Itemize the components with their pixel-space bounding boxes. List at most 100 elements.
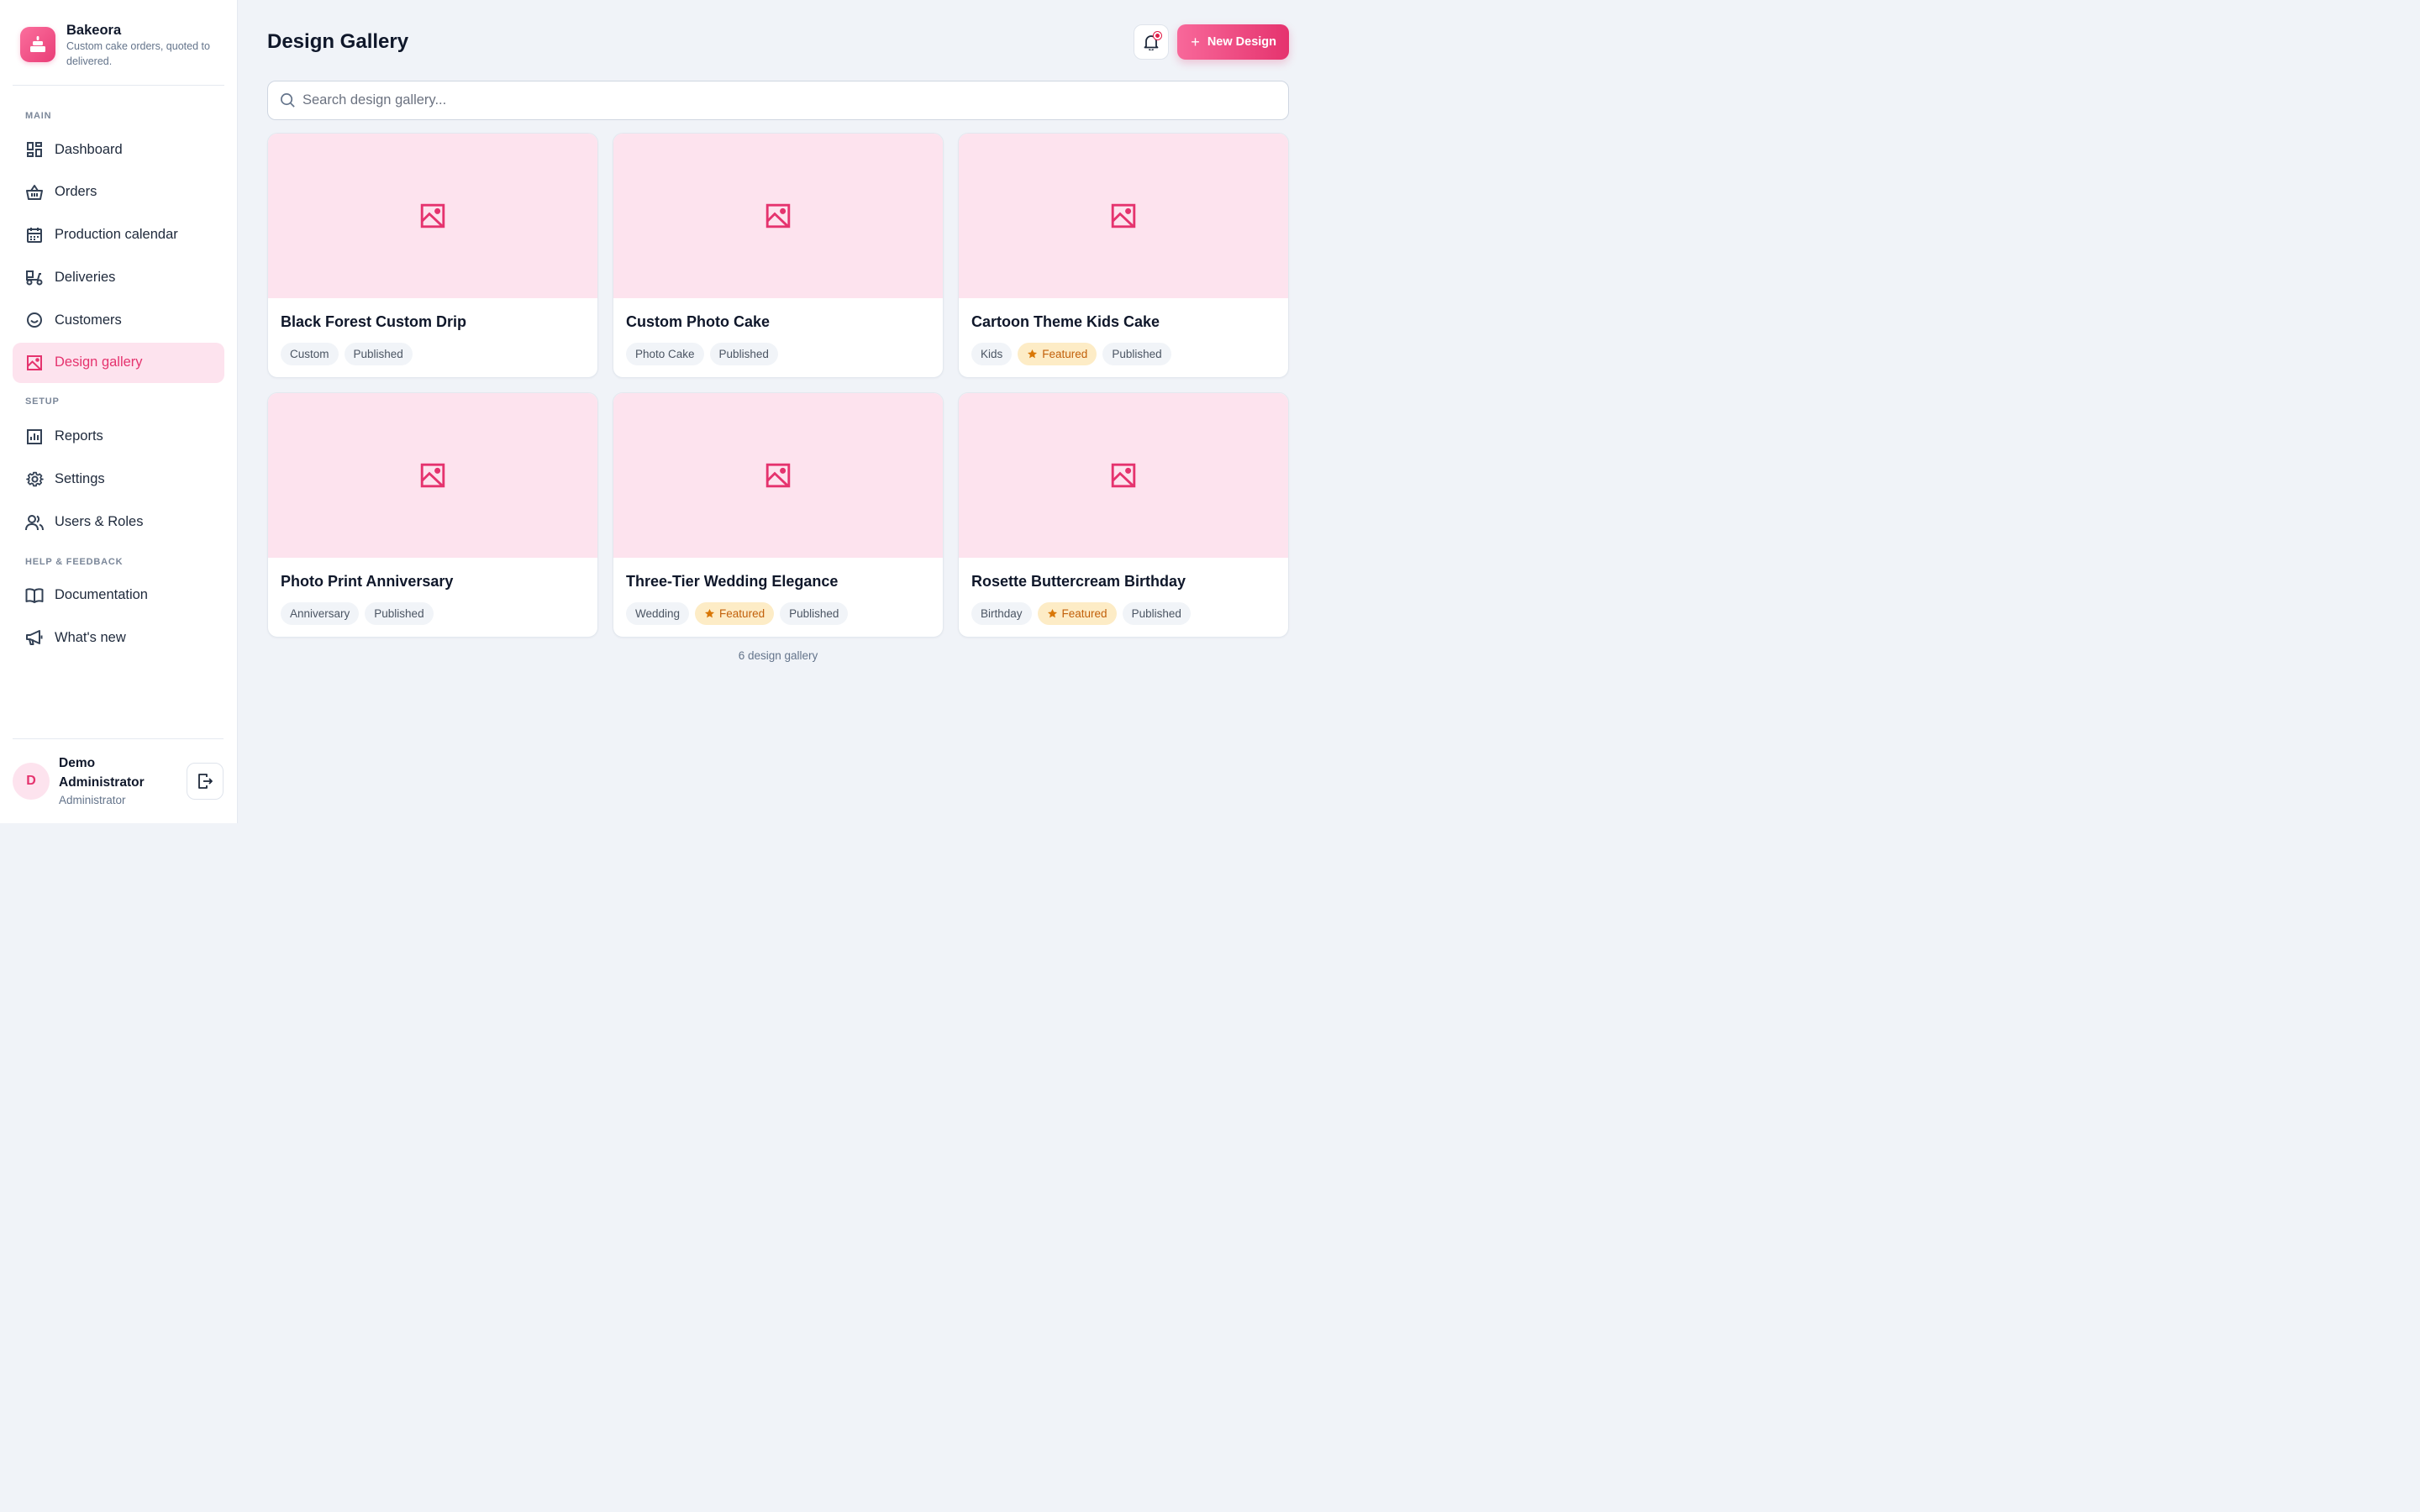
image-icon <box>765 462 792 489</box>
category-tag: Custom <box>281 343 339 365</box>
sidebar-item-users-roles[interactable]: Users & Roles <box>13 502 224 543</box>
sidebar-item-reports[interactable]: Reports <box>13 417 224 457</box>
design-card[interactable]: Custom Photo Cake Photo Cake Published <box>613 133 944 378</box>
star-icon <box>1027 349 1038 360</box>
notification-dot <box>1154 32 1162 39</box>
design-image-placeholder <box>613 393 943 558</box>
sidebar-item-label: Settings <box>55 471 105 487</box>
brand-tagline: Custom cake orders, quoted to delivered. <box>66 40 210 67</box>
sidebar-item-deliveries[interactable]: Deliveries <box>13 257 224 297</box>
image-icon <box>25 354 44 372</box>
nav-section-setup: SETUP <box>25 396 60 407</box>
design-title: Three-Tier Wedding Elegance <box>626 573 839 590</box>
design-grid: Black Forest Custom Drip Custom Published C… <box>267 133 1289 638</box>
category-tag: Photo Cake <box>626 343 704 365</box>
design-title: Photo Print Anniversary <box>281 573 454 590</box>
nav-section-main: MAIN <box>25 111 52 121</box>
design-title: Rosette Buttercream Birthday <box>971 573 1186 590</box>
avatar: D <box>13 763 50 800</box>
design-title: Cartoon Theme Kids Cake <box>971 313 1160 330</box>
featured-label: Featured <box>1061 607 1107 620</box>
design-card[interactable]: Cartoon Theme Kids Cake Kids Featured Publi… <box>958 133 1289 378</box>
delivery-scooter-icon <box>25 268 44 286</box>
star-icon <box>1047 608 1058 619</box>
design-image-placeholder <box>959 134 1288 298</box>
basket-icon <box>25 183 44 202</box>
smile-icon <box>25 311 44 329</box>
status-badge: Published <box>709 343 778 365</box>
user-role: Administrator <box>59 794 126 806</box>
sidebar-item-production-calendar[interactable]: Production calendar <box>13 215 224 255</box>
search-input[interactable] <box>302 92 1288 108</box>
cake-logo-icon <box>20 27 55 62</box>
featured-label: Featured <box>1042 348 1088 360</box>
sidebar-item-label: Customers <box>55 312 122 328</box>
sidebar-item-settings[interactable]: Settings <box>13 459 224 500</box>
nav-section-help: HELP & FEEDBACK <box>25 556 124 567</box>
sidebar-item-label: Documentation <box>55 587 148 603</box>
design-card[interactable]: Rosette Buttercream Birthday Birthday Feat… <box>958 392 1289 638</box>
sidebar-item-label: Production calendar <box>55 227 178 243</box>
sidebar-item-label: Deliveries <box>55 269 116 285</box>
sidebar-item-dashboard[interactable]: Dashboard <box>13 129 224 170</box>
user-profile: D Demo Administrator Administrator <box>13 738 224 823</box>
design-image-placeholder <box>268 134 597 298</box>
status-badge: Published <box>365 602 434 625</box>
category-tag: Kids <box>971 343 1013 365</box>
star-icon <box>704 608 715 619</box>
user-name: Demo Administrator <box>59 756 145 790</box>
sidebar-item-label: Design gallery <box>55 354 143 370</box>
category-tag: Wedding <box>626 602 690 625</box>
gear-icon <box>25 470 44 489</box>
status-badge: Published <box>1102 343 1171 365</box>
bar-chart-icon <box>25 428 44 446</box>
result-count: 6 design gallery <box>738 649 818 662</box>
main-content: Design Gallery + New Design Black Forest… <box>238 0 1318 823</box>
sidebar-item-whats-new[interactable]: What's new <box>13 617 224 658</box>
category-tag: Birthday <box>971 602 1032 625</box>
design-image-placeholder <box>959 393 1288 558</box>
search-icon <box>280 92 296 108</box>
design-title: Custom Photo Cake <box>626 313 771 330</box>
sidebar-item-label: What's new <box>55 629 126 645</box>
image-icon <box>765 202 792 229</box>
sidebar: Bakeora Custom cake orders, quoted to de… <box>0 0 238 823</box>
new-design-label: New Design <box>1207 35 1276 49</box>
sidebar-item-label: Reports <box>55 428 103 444</box>
design-card[interactable]: Black Forest Custom Drip Custom Published <box>267 133 598 378</box>
design-image-placeholder <box>613 134 943 298</box>
brand-name: Bakeora <box>66 23 122 38</box>
users-icon <box>25 513 44 532</box>
featured-badge: Featured <box>1018 343 1097 365</box>
sidebar-item-label: Dashboard <box>55 141 123 157</box>
design-card[interactable]: Three-Tier Wedding Elegance Wedding Featur… <box>613 392 944 638</box>
sidebar-item-documentation[interactable]: Documentation <box>13 575 224 616</box>
calendar-icon <box>25 226 44 244</box>
image-icon <box>1110 202 1137 229</box>
design-image-placeholder <box>268 393 597 558</box>
design-card[interactable]: Photo Print Anniversary Anniversary Publis… <box>267 392 598 638</box>
sidebar-item-design-gallery[interactable]: Design gallery <box>13 342 224 383</box>
design-title: Black Forest Custom Drip <box>281 313 467 330</box>
status-badge: Published <box>344 343 413 365</box>
dashboard-icon <box>25 140 44 159</box>
status-badge: Published <box>1122 602 1191 625</box>
sidebar-item-orders[interactable]: Orders <box>13 172 224 213</box>
status-badge: Published <box>780 602 849 625</box>
megaphone-icon <box>25 628 44 647</box>
logout-button[interactable] <box>187 763 224 800</box>
new-design-button[interactable]: + New Design <box>1177 24 1289 60</box>
book-icon <box>25 586 44 605</box>
featured-badge: Featured <box>1037 602 1117 625</box>
sidebar-item-label: Orders <box>55 184 97 200</box>
brand: Bakeora Custom cake orders, quoted to de… <box>13 0 224 86</box>
notifications-button[interactable] <box>1134 24 1170 60</box>
page-title: Design Gallery <box>267 30 409 53</box>
image-icon <box>419 462 446 489</box>
featured-label: Featured <box>719 607 765 620</box>
image-icon <box>1110 462 1137 489</box>
sidebar-item-customers[interactable]: Customers <box>13 300 224 340</box>
image-icon <box>419 202 446 229</box>
logout-icon <box>197 773 213 790</box>
sidebar-item-label: Users & Roles <box>55 514 144 530</box>
